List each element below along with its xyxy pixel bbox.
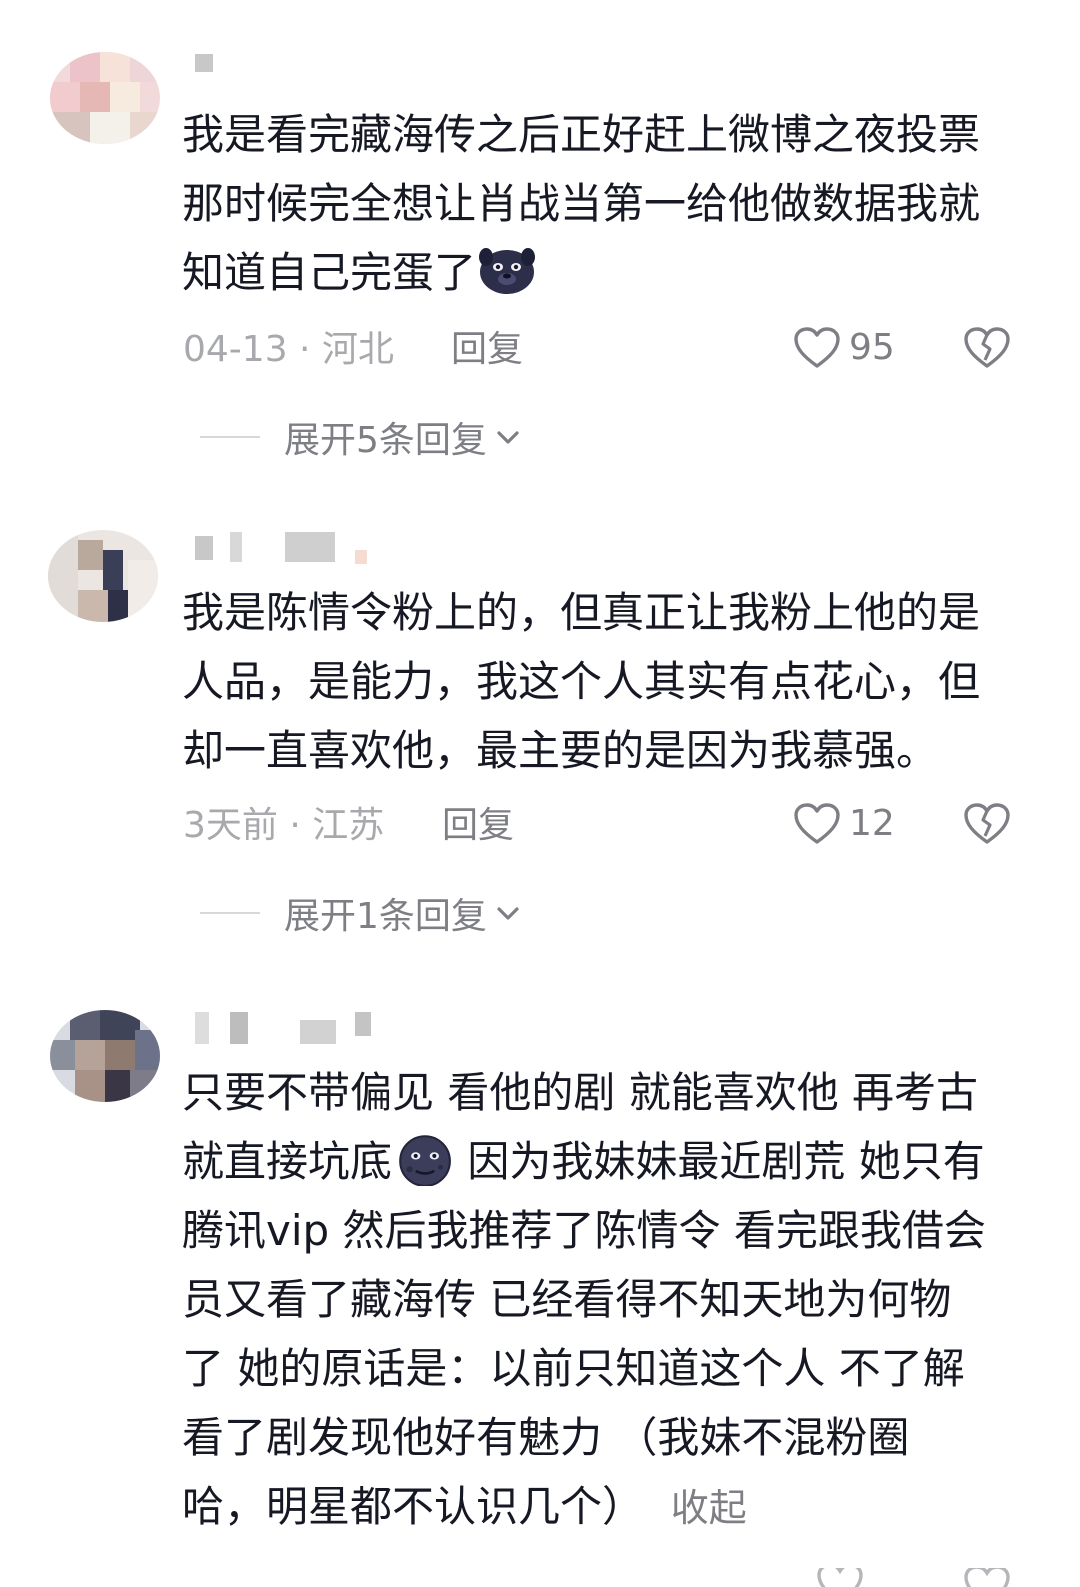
- comment-time-location: 04-13 · 河北: [183, 329, 394, 370]
- next-comment-partial: [0, 1568, 1080, 1587]
- like-button[interactable]: 95: [793, 322, 895, 374]
- like-count: 12: [849, 803, 895, 844]
- comment-text: 我是看完藏海传之后正好赶上微博之夜投票 那时候完全想让肖战当第一给他做数据我就 …: [182, 100, 1032, 307]
- expand-replies-button[interactable]: 展开5条回复: [200, 412, 523, 462]
- comment-text-after-emoji: 因为我妹妹最近剧荒 她只有 腾讯vip 然后我推荐了陈情令 看完跟我借会 员又看…: [182, 1137, 986, 1531]
- avatar[interactable]: [50, 52, 160, 144]
- reply-button[interactable]: 回复: [451, 326, 523, 374]
- comment-time-location: 3天前 · 江苏: [183, 805, 385, 846]
- expand-replies-button[interactable]: 展开1条回复: [200, 888, 523, 938]
- username-blurred[interactable]: [190, 52, 390, 82]
- broken-heart-icon: [964, 1568, 1010, 1587]
- expand-replies-label: 展开5条回复: [284, 420, 487, 461]
- new-moon-face-emoji: [399, 1135, 451, 1186]
- chevron-down-icon: [497, 907, 519, 920]
- dark-dog-face-emoji: [479, 248, 536, 294]
- like-button[interactable]: 12: [793, 798, 895, 850]
- heart-icon: [794, 803, 840, 844]
- expand-replies-label: 展开1条回复: [284, 896, 487, 937]
- divider-line: [200, 436, 260, 438]
- comment-text-body: 我是陈情令粉上的，但真正让我粉上他的是 人品，是能力，我这个人其实有点花心，但 …: [182, 588, 981, 775]
- avatar[interactable]: [50, 1010, 160, 1102]
- broken-heart-icon[interactable]: [963, 324, 1011, 372]
- heart-icon: [817, 1568, 863, 1587]
- username-blurred[interactable]: [190, 1010, 390, 1044]
- comment-text: 只要不带偏见 看他的剧 就能喜欢他 再考古 就直接坑底 因为我妹妹最近剧荒 她只…: [182, 1058, 1032, 1543]
- comment-text: 我是陈情令粉上的，但真正让我粉上他的是 人品，是能力，我这个人其实有点花心，但 …: [182, 578, 1032, 785]
- chevron-down-icon: [497, 431, 519, 444]
- broken-heart-icon[interactable]: [963, 800, 1011, 848]
- username-blurred[interactable]: [190, 530, 390, 564]
- like-count: 95: [849, 327, 895, 368]
- heart-icon: [794, 327, 840, 368]
- reply-button[interactable]: 回复: [442, 802, 514, 850]
- comment-meta: 04-13 · 河北 回复 95: [183, 326, 1063, 374]
- collapse-button[interactable]: 收起: [671, 1486, 747, 1530]
- divider-line: [200, 912, 260, 914]
- comment-meta: 3天前 · 江苏 回复 12: [183, 802, 1063, 850]
- avatar[interactable]: [48, 530, 158, 622]
- comment-text-body: 我是看完藏海传之后正好赶上微博之夜投票 那时候完全想让肖战当第一给他做数据我就 …: [182, 110, 981, 297]
